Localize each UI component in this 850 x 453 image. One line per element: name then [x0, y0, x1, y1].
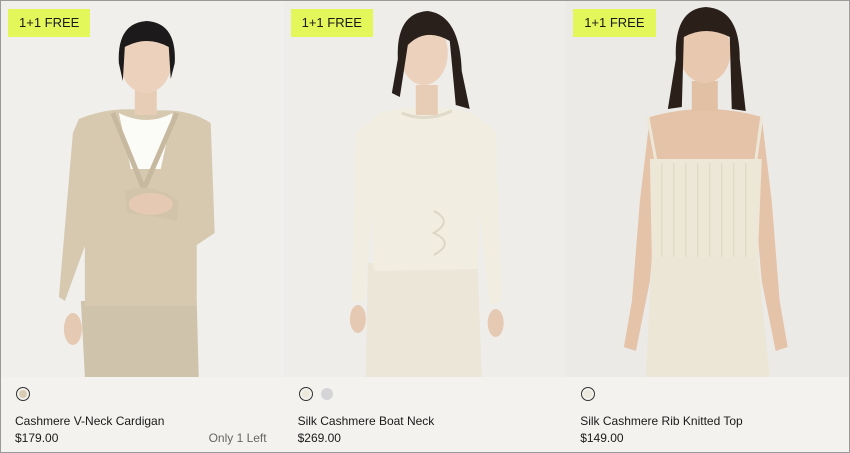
color-swatches: [16, 387, 30, 401]
product-price: $269.00: [297, 431, 341, 445]
product-price: $149.00: [580, 431, 624, 445]
product-price: $179.00: [15, 431, 59, 445]
color-swatches: [298, 387, 333, 401]
promo-badge: 1+1 FREE: [573, 9, 656, 37]
product-image-cardigan[interactable]: [1, 1, 284, 377]
product-name[interactable]: Silk Cashmere Rib Knitted Top: [580, 414, 743, 428]
color-swatch-light-gray[interactable]: [320, 388, 333, 400]
promo-badge: 1+1 FREE: [290, 9, 373, 37]
color-swatches: [581, 387, 596, 401]
color-swatch-cream[interactable]: [581, 387, 596, 401]
product-grid: 1+1 FREE Cashmere V-Neck Cardigan $179.0…: [1, 1, 849, 452]
product-name[interactable]: Cashmere V-Neck Cardigan: [15, 414, 164, 428]
color-swatch-cream[interactable]: [298, 387, 313, 401]
color-swatch-beige[interactable]: [16, 387, 30, 401]
product-card-silk-boat-neck[interactable]: 1+1 FREE Silk Cashmere Boat Neck $269.00: [283, 1, 567, 452]
product-card-rib-knitted-top[interactable]: 1+1 FREE Silk Cashmere Rib Knitted Top $…: [566, 1, 849, 452]
stock-note: Only 1 Left: [208, 431, 267, 445]
product-image-rib-top[interactable]: [566, 1, 849, 377]
product-card-cashmere-cardigan[interactable]: 1+1 FREE Cashmere V-Neck Cardigan $179.0…: [1, 1, 284, 452]
product-image-boat-neck[interactable]: [283, 1, 567, 377]
product-name[interactable]: Silk Cashmere Boat Neck: [298, 414, 435, 428]
promo-badge: 1+1 FREE: [8, 9, 91, 37]
